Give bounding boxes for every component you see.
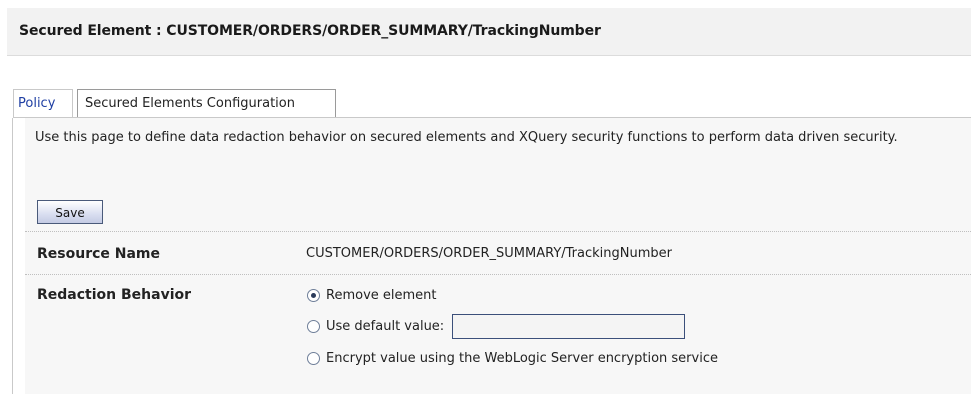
radio-label: Encrypt value using the WebLogic Server … bbox=[326, 350, 718, 366]
resource-name-label: Resource Name bbox=[37, 246, 161, 262]
save-button[interactable]: Save bbox=[37, 200, 103, 224]
row-divider bbox=[25, 231, 971, 232]
radio-option-default-value[interactable]: Use default value: bbox=[307, 313, 686, 339]
panel-left-border bbox=[12, 118, 13, 394]
radio-remove-element[interactable] bbox=[307, 288, 320, 302]
tab-secured-elements-configuration[interactable]: Secured Elements Configuration bbox=[77, 89, 336, 117]
tab-policy[interactable]: Policy bbox=[13, 89, 73, 117]
resource-name-value: CUSTOMER/ORDERS/ORDER_SUMMARY/TrackingNu… bbox=[306, 246, 672, 261]
redaction-behavior-label: Redaction Behavior bbox=[37, 287, 192, 303]
page-header: Secured Element : CUSTOMER/ORDERS/ORDER_… bbox=[7, 8, 971, 56]
radio-label: Remove element bbox=[326, 287, 437, 303]
page-title: Secured Element : CUSTOMER/ORDERS/ORDER_… bbox=[19, 23, 601, 39]
radio-option-encrypt[interactable]: Encrypt value using the WebLogic Server … bbox=[307, 348, 718, 368]
page-description: Use this page to define data redaction b… bbox=[35, 130, 898, 145]
radio-option-remove-element[interactable]: Remove element bbox=[307, 285, 437, 305]
radio-label: Use default value: bbox=[326, 318, 445, 334]
radio-use-default-value[interactable] bbox=[307, 319, 320, 333]
radio-encrypt-value[interactable] bbox=[307, 351, 320, 365]
row-divider bbox=[25, 274, 971, 275]
default-value-input[interactable] bbox=[452, 313, 686, 339]
